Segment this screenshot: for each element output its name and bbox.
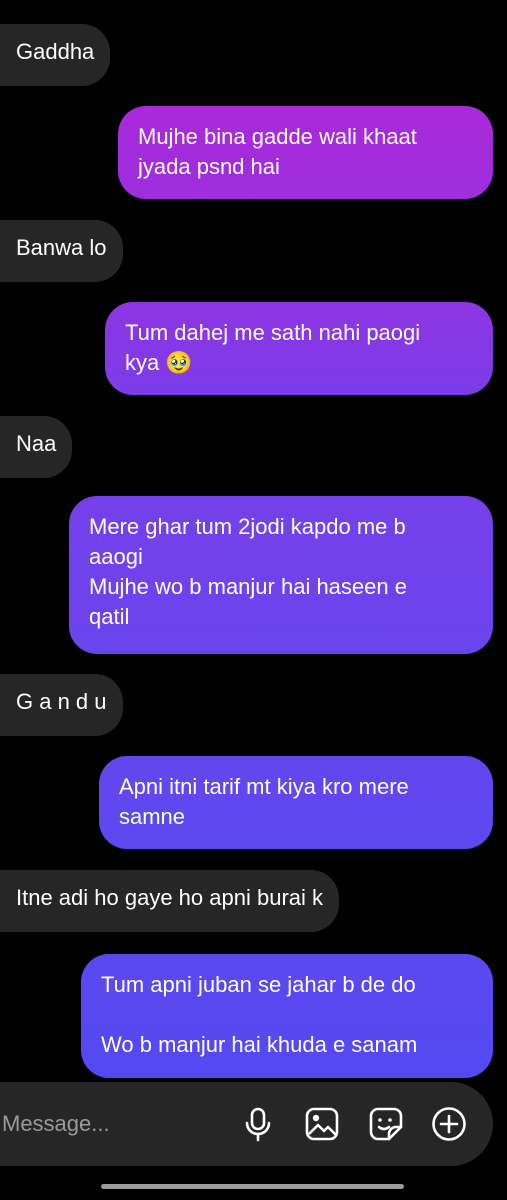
received-message[interactable]: G a n d u — [0, 674, 123, 736]
sticker-icon[interactable] — [368, 1106, 404, 1142]
plus-circle-icon[interactable] — [431, 1106, 467, 1142]
home-indicator[interactable] — [101, 1184, 404, 1189]
sent-message[interactable]: Mujhe bina gadde wali khaat jyada psnd h… — [118, 106, 493, 199]
received-message[interactable]: Gaddha — [0, 24, 111, 86]
received-message[interactable]: Itne adi ho gaye ho apni burai k — [0, 870, 340, 932]
received-message[interactable]: Naa — [0, 416, 73, 478]
sent-message[interactable]: Tum apni juban se jahar b de do Wo b man… — [81, 954, 493, 1078]
sent-message[interactable]: Mere ghar tum 2jodi kapdo me b aaogi Muj… — [69, 496, 493, 654]
message-input[interactable] — [0, 1082, 222, 1166]
message-composer — [0, 1082, 493, 1166]
microphone-icon[interactable] — [240, 1106, 276, 1142]
sent-message[interactable]: Tum dahej me sath nahi paogi kya 🥹 — [105, 302, 493, 395]
gallery-icon[interactable] — [304, 1106, 340, 1142]
sent-message[interactable]: Apni itni tarif mt kiya kro mere samne — [99, 756, 493, 849]
received-message[interactable]: Banwa lo — [0, 220, 123, 282]
